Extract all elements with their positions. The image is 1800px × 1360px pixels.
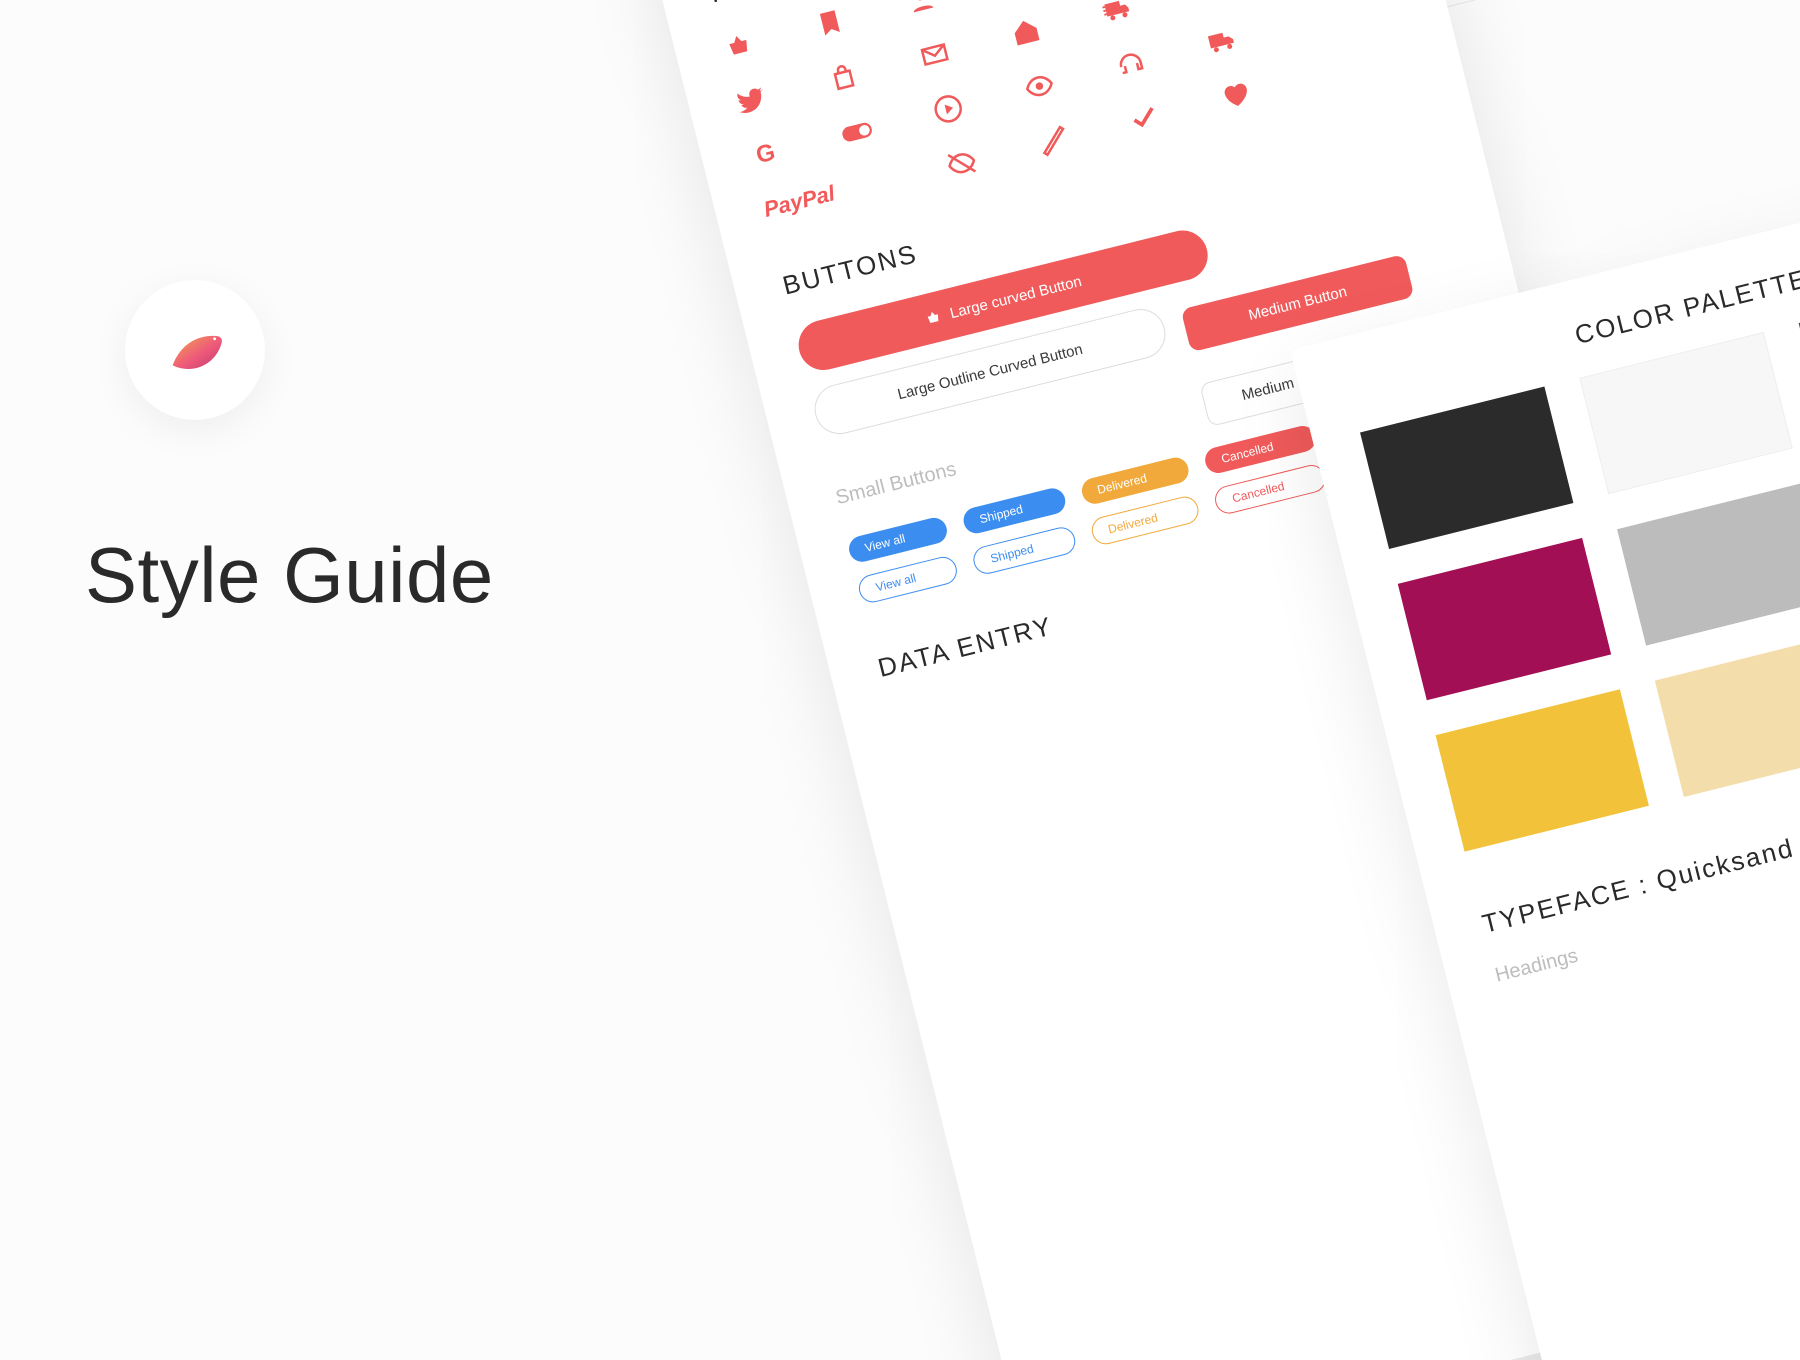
heart-icon [1217, 77, 1253, 113]
logo [125, 280, 265, 420]
check-icon [1126, 100, 1162, 136]
icons-grid: G PayPal [721, 0, 1413, 227]
chip-shipped-outline[interactable]: Shipped [971, 525, 1078, 577]
shipping-icon [1099, 0, 1135, 27]
button-label: Large curved Button [948, 273, 1083, 322]
home-icon [1008, 14, 1044, 50]
chip-delivered-outline[interactable]: Delivered [1088, 494, 1201, 548]
mail-icon [916, 36, 952, 72]
bookmark-icon [812, 5, 848, 41]
bird-logo-icon [160, 315, 230, 385]
eye-icon [1021, 68, 1057, 104]
play-icon [930, 91, 966, 127]
basket-icon [923, 307, 945, 329]
ruler-icon [1035, 122, 1071, 158]
swatch-cream [1655, 635, 1800, 797]
small-buttons-heading: Small Buttons [834, 458, 959, 510]
swatch-magenta [1398, 538, 1611, 700]
swatch-lightgrey [1617, 483, 1800, 645]
google-icon: G [748, 136, 784, 172]
swatch-black [1360, 387, 1573, 549]
user-icon [903, 0, 939, 18]
button-label: Large Outline Curved Button [896, 340, 1085, 402]
page-title: Style Guide [85, 530, 494, 621]
eye-off-icon [944, 145, 980, 181]
chip-view-all[interactable]: View all [846, 515, 950, 564]
paypal-icon: PayPal [761, 161, 918, 227]
swatch-offwhite [1579, 332, 1792, 494]
twitter-icon [734, 82, 770, 118]
truck-icon [1204, 22, 1240, 58]
headset-icon [1112, 45, 1148, 81]
button-label: Medium Button [1247, 283, 1349, 324]
bag-icon [825, 59, 861, 95]
basket-icon [721, 28, 757, 64]
chip-view-all-outline[interactable]: View all [856, 554, 960, 605]
toggle-icon [839, 113, 875, 149]
swatch-yellow [1436, 689, 1649, 851]
